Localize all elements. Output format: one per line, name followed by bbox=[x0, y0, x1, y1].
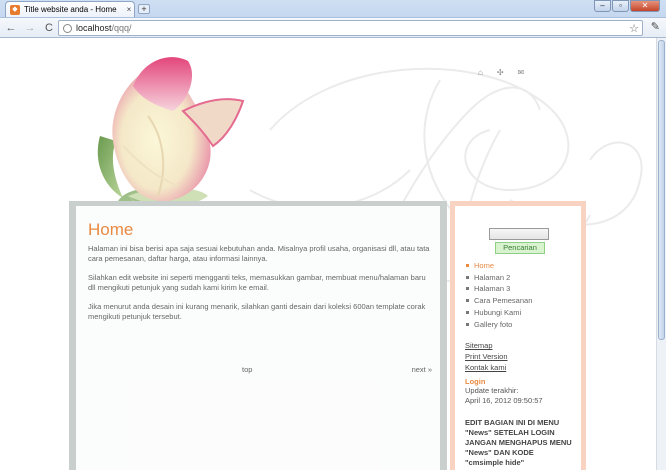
top-link[interactable]: top bbox=[242, 365, 252, 374]
news-note: EDIT BAGIAN INI DI MENU "News" SETELAH L… bbox=[465, 418, 572, 468]
print-version-link[interactable]: Print Version bbox=[465, 351, 573, 362]
back-button[interactable]: ← bbox=[3, 20, 19, 36]
forward-button[interactable]: → bbox=[22, 20, 38, 36]
mail-icon[interactable]: ✉ bbox=[518, 68, 525, 77]
bookmark-star-icon[interactable]: ☆ bbox=[629, 22, 639, 35]
favicon-icon: ◆ bbox=[10, 4, 20, 15]
search-input[interactable] bbox=[489, 228, 549, 240]
search-button[interactable]: Pencarian bbox=[495, 242, 545, 254]
menu-item-cara-pemesanan[interactable]: Cara Pemesanan bbox=[465, 295, 573, 307]
url-path: /qqq/ bbox=[111, 23, 132, 33]
wrench-menu-icon[interactable]: ✎ bbox=[651, 20, 660, 33]
content-paragraph-1: Halaman ini bisa berisi apa saja sesuai … bbox=[88, 244, 430, 263]
minimize-button[interactable]: – bbox=[594, 0, 611, 12]
reload-button[interactable]: C bbox=[41, 20, 57, 36]
tab-strip: ◆ Title website anda - Home × + – ▫ ✕ bbox=[0, 0, 666, 17]
sitemap-icon[interactable]: ✣ bbox=[497, 68, 504, 77]
rose-image bbox=[97, 57, 245, 216]
content-paragraph-2: Silahkan edit website ini seperti mengga… bbox=[88, 273, 426, 292]
address-bar[interactable]: localhost/qqq/ ☆ bbox=[58, 20, 643, 36]
page-viewport: ⌂ ✣ ✉ Home Halaman ini bisa berisi apa s… bbox=[0, 38, 656, 470]
menu-item-halaman-2[interactable]: Halaman 2 bbox=[465, 272, 573, 284]
tab-close-icon[interactable]: × bbox=[124, 5, 134, 14]
sidebar-panel: Pencarian Home Halaman 2 Halaman 3 Cara … bbox=[450, 201, 586, 470]
sidebar-links: Sitemap Print Version Kontak kami bbox=[465, 340, 573, 373]
next-link[interactable]: next » bbox=[412, 365, 432, 374]
maximize-button[interactable]: ▫ bbox=[612, 0, 629, 12]
menu-item-halaman-3[interactable]: Halaman 3 bbox=[465, 283, 573, 295]
home-icon[interactable]: ⌂ bbox=[478, 68, 483, 77]
menu-item-gallery-foto[interactable]: Gallery foto bbox=[465, 319, 573, 331]
new-tab-button[interactable]: + bbox=[138, 4, 150, 14]
browser-tab[interactable]: ◆ Title website anda - Home × bbox=[5, 1, 135, 17]
sidebar: Pencarian Home Halaman 2 Halaman 3 Cara … bbox=[455, 206, 581, 470]
content-paragraph-3: Jika menurut anda desain ini kurang mena… bbox=[88, 302, 426, 321]
main-content-panel: Home Halaman ini bisa berisi apa saja se… bbox=[69, 201, 447, 470]
update-label: Update terakhir: bbox=[465, 386, 519, 396]
scrollbar-thumb[interactable] bbox=[658, 40, 665, 340]
tab-title: Title website anda - Home bbox=[24, 5, 117, 14]
kontak-kami-link[interactable]: Kontak kami bbox=[465, 362, 573, 373]
menu-item-hubungi-kami[interactable]: Hubungi Kami bbox=[465, 307, 573, 319]
vertical-scrollbar[interactable] bbox=[656, 38, 666, 470]
browser-toolbar: ← → C localhost/qqq/ ☆ ✎ bbox=[0, 17, 666, 38]
update-timestamp: April 16, 2012 09:50:57 bbox=[465, 396, 543, 406]
header-icons: ⌂ ✣ ✉ bbox=[478, 68, 524, 77]
sidebar-menu: Home Halaman 2 Halaman 3 Cara Pemesanan … bbox=[465, 260, 573, 330]
browser-chrome: ◆ Title website anda - Home × + – ▫ ✕ ← … bbox=[0, 0, 666, 38]
page-icon bbox=[63, 23, 72, 33]
login-link[interactable]: Login bbox=[465, 377, 573, 386]
menu-item-home[interactable]: Home bbox=[465, 260, 573, 272]
page-title: Home bbox=[88, 220, 134, 239]
window-controls: – ▫ ✕ bbox=[593, 0, 660, 12]
close-window-button[interactable]: ✕ bbox=[630, 0, 660, 12]
main-content: Home Halaman ini bisa berisi apa saja se… bbox=[76, 206, 440, 470]
sitemap-link[interactable]: Sitemap bbox=[465, 340, 573, 351]
url-host: localhost bbox=[76, 23, 112, 33]
url-text: localhost/qqq/ bbox=[76, 23, 132, 33]
